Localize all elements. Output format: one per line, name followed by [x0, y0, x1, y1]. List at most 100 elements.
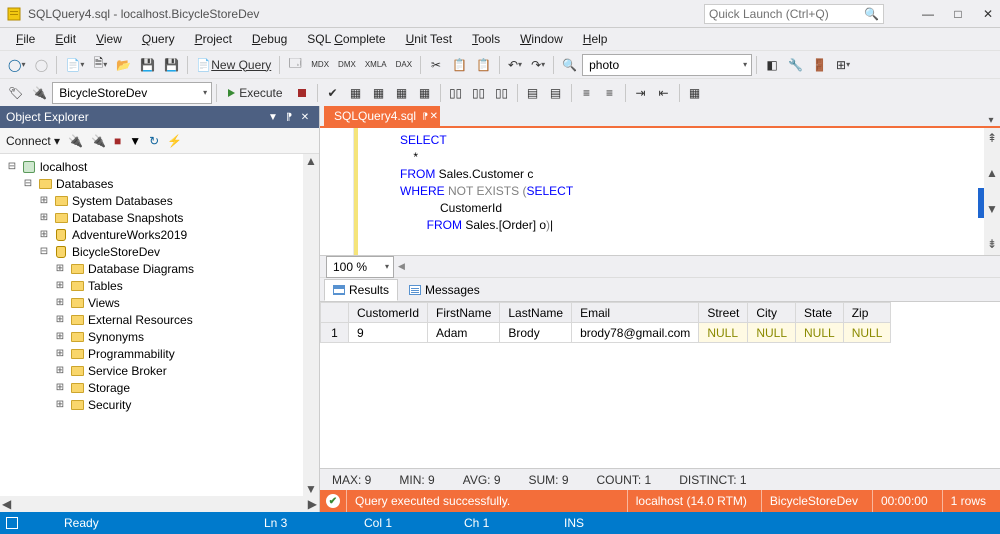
tab-pin-icon[interactable]: ⁋ — [422, 111, 428, 122]
menu-view[interactable]: View — [86, 32, 132, 46]
de-button[interactable]: 🗔 — [284, 54, 306, 76]
panel-pin-icon[interactable]: ⁋ — [281, 112, 297, 123]
connect-icon-2[interactable]: 🔌 — [68, 134, 83, 148]
close-button[interactable]: ✕ — [982, 7, 994, 21]
menu-help[interactable]: Help — [573, 32, 618, 46]
plan-button-3[interactable]: ▯▯ — [491, 82, 513, 104]
tree-child-7[interactable]: ⊞Storage — [0, 379, 319, 396]
database-combo[interactable]: BicycleStoreDev — [52, 82, 212, 104]
menu-unittest[interactable]: Unit Test — [396, 32, 462, 46]
new-item-button[interactable]: 📄 — [61, 54, 88, 76]
specify-values-button[interactable]: ▦ — [684, 82, 706, 104]
stop-icon-2[interactable]: ■ — [114, 134, 121, 148]
undo-button[interactable]: ↶ — [504, 54, 526, 76]
menu-project[interactable]: Project — [185, 32, 242, 46]
tab-sqlquery4[interactable]: SQLQuery4.sql ⁋ ✕ — [324, 106, 440, 126]
door-icon[interactable]: 🚪 — [808, 54, 831, 76]
maximize-button[interactable]: □ — [952, 7, 964, 21]
xmla-button[interactable]: XMLA — [361, 54, 391, 76]
tree-db-bicycle[interactable]: ⊟BicycleStoreDev — [0, 243, 319, 260]
tree-database-snapshots[interactable]: ⊞Database Snapshots — [0, 209, 319, 226]
menu-file[interactable]: File — [6, 32, 45, 46]
redo-button[interactable]: ↷ — [527, 54, 549, 76]
editor-vscroll[interactable]: ⇞▲▼⇟ — [984, 128, 1000, 255]
plan-button-2[interactable]: ▯▯ — [468, 82, 490, 104]
comment-button[interactable]: ≡ — [576, 82, 598, 104]
back-button[interactable]: ◯ — [4, 54, 29, 76]
minimize-button[interactable]: — — [922, 7, 934, 21]
client-stats-button[interactable]: ▦ — [391, 82, 413, 104]
connect-dropdown[interactable]: Connect ▾ — [6, 134, 60, 148]
cut-button[interactable]: ✂ — [425, 54, 447, 76]
stop-button[interactable] — [291, 82, 313, 104]
display-plan-button[interactable]: ▦ — [345, 82, 367, 104]
open-menu-button[interactable]: 🗎 — [89, 54, 111, 76]
object-explorer-tree[interactable]: ⊟localhost ⊟Databases ⊞System Databases … — [0, 154, 319, 496]
tree-hscroll[interactable]: ◀▶ — [0, 496, 319, 512]
menu-query[interactable]: Query — [132, 32, 185, 46]
filter-icon[interactable]: ▼ — [129, 134, 141, 148]
include-plan-button[interactable]: ▦ — [368, 82, 390, 104]
tag-button[interactable]: 🏷 — [4, 82, 27, 104]
tree-db-adventure[interactable]: ⊞AdventureWorks2019 — [0, 226, 319, 243]
parse-button[interactable]: ✔ — [322, 82, 344, 104]
dax-button[interactable]: DAX — [392, 54, 416, 76]
save-button[interactable]: 💾 — [136, 54, 159, 76]
tree-child-8[interactable]: ⊞Security — [0, 396, 319, 413]
panel-dropdown-icon[interactable]: ▼ — [265, 112, 281, 123]
find-button[interactable]: 🔍 — [558, 54, 581, 76]
tree-databases[interactable]: ⊟Databases — [0, 175, 319, 192]
table-row[interactable]: 1 9 Adam Brody brody78@gmail.com NULL NU… — [321, 323, 891, 343]
wrench-icon[interactable]: 🔧 — [784, 54, 807, 76]
tree-child-4[interactable]: ⊞Synonyms — [0, 328, 319, 345]
outdent-button[interactable]: ⇤ — [653, 82, 675, 104]
extra-button-1[interactable]: ◧ — [761, 54, 783, 76]
actual-plan-button[interactable]: ▯▯ — [445, 82, 467, 104]
menu-sqlcomplete[interactable]: SQL Complete — [297, 32, 395, 46]
editor-hscroll-left[interactable]: ◀ — [398, 261, 405, 272]
tree-child-3[interactable]: ⊞External Resources — [0, 311, 319, 328]
tree-child-1[interactable]: ⊞Tables — [0, 277, 319, 294]
activity-icon[interactable]: ⚡ — [167, 134, 182, 148]
disconnect-icon[interactable]: 🔌 — [91, 134, 106, 148]
tree-server[interactable]: ⊟localhost — [0, 158, 319, 175]
tab-messages[interactable]: Messages — [400, 279, 489, 301]
menu-edit[interactable]: Edit — [45, 32, 86, 46]
save-all-button[interactable]: 💾 — [160, 54, 183, 76]
quick-launch-input[interactable]: Quick Launch (Ctrl+Q) 🔍 — [704, 4, 884, 24]
tree-vscroll[interactable]: ▲▼ — [303, 154, 319, 496]
tree-child-2[interactable]: ⊞Views — [0, 294, 319, 311]
layout-button[interactable]: ⊞ — [832, 54, 854, 76]
copy-button[interactable]: 📋 — [448, 54, 471, 76]
tree-child-5[interactable]: ⊞Programmability — [0, 345, 319, 362]
editor-code[interactable]: SELECT * FROM Sales.Customer c WHERE NOT… — [354, 128, 573, 255]
tree-child-6[interactable]: ⊞Service Broker — [0, 362, 319, 379]
search-combo[interactable]: photo — [582, 54, 752, 76]
results-text-button[interactable]: ▤ — [545, 82, 567, 104]
tabs-overflow-icon[interactable]: ▾ — [982, 115, 1000, 126]
forward-button[interactable]: ◯ — [30, 54, 52, 76]
tree-system-databases[interactable]: ⊞System Databases — [0, 192, 319, 209]
menu-window[interactable]: Window — [510, 32, 573, 46]
menu-tools[interactable]: Tools — [462, 32, 510, 46]
execute-button[interactable]: Execute — [221, 82, 289, 104]
panel-close-icon[interactable]: ✕ — [297, 112, 313, 123]
tree-child-0[interactable]: ⊞Database Diagrams — [0, 260, 319, 277]
live-stats-button[interactable]: ▦ — [414, 82, 436, 104]
new-query-button[interactable]: 📄 New Query — [192, 54, 275, 76]
zoom-combo[interactable]: 100 % — [326, 256, 394, 278]
tab-results[interactable]: Results — [324, 279, 398, 301]
results-grid-button[interactable]: ▤ — [522, 82, 544, 104]
connect-icon[interactable]: 🔌 — [28, 82, 51, 104]
menu-debug[interactable]: Debug — [242, 32, 297, 46]
uncomment-button[interactable]: ≡ — [599, 82, 621, 104]
tab-close-icon[interactable]: ✕ — [430, 111, 438, 122]
open-button[interactable]: 📂 — [112, 54, 135, 76]
refresh-icon[interactable]: ↻ — [149, 134, 159, 148]
results-grid[interactable]: CustomerIdFirstNameLastNameEmailStreetCi… — [320, 302, 1000, 468]
mdx-button[interactable]: MDX — [307, 54, 333, 76]
indent-button[interactable]: ⇥ — [630, 82, 652, 104]
sql-editor[interactable]: SELECT * FROM Sales.Customer c WHERE NOT… — [320, 128, 1000, 256]
dmx-button[interactable]: DMX — [334, 54, 360, 76]
paste-button[interactable]: 📋 — [472, 54, 495, 76]
